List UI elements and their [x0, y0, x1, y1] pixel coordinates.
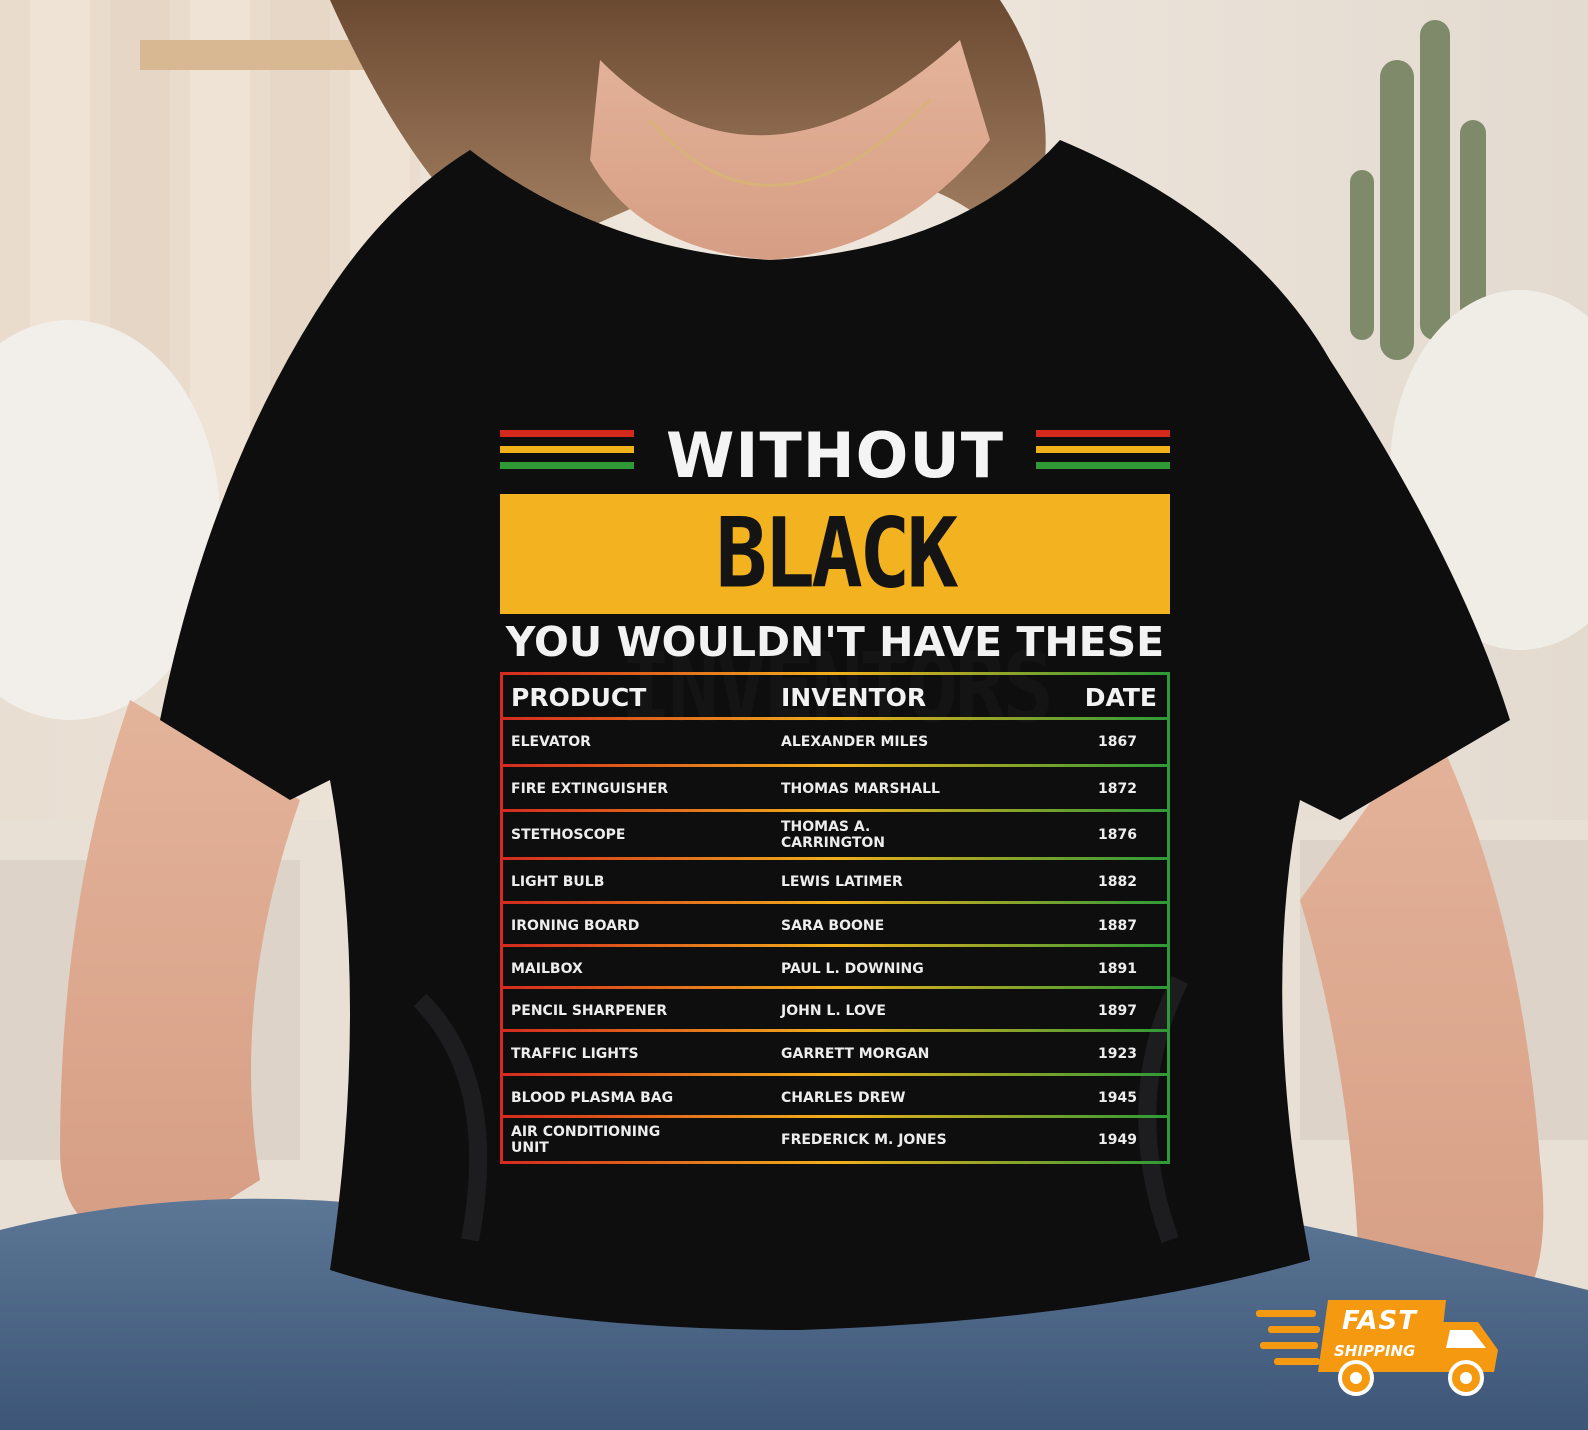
table-row: IRONING BOARD SARA BOONE 1887 — [503, 904, 1167, 948]
table-row: MAILBOX PAUL L. DOWNING 1891 — [503, 947, 1167, 991]
table-row: ELEVATOR ALEXANDER MILES 1867 — [503, 720, 1167, 764]
row-date: 1949 — [1098, 1131, 1137, 1148]
row-inventor: FREDERICK M. JONES — [781, 1131, 947, 1148]
row-product: TRAFFIC LIGHTS — [511, 1046, 639, 1062]
row-inventor: LEWIS LATIMER — [781, 874, 903, 890]
row-date: 1887 — [1098, 918, 1137, 934]
table-row: LIGHT BULB LEWIS LATIMER 1882 — [503, 860, 1167, 904]
row-product: FIRE EXTINGUISHER — [511, 781, 669, 797]
header-date: DATE — [1084, 683, 1157, 712]
row-product: MAILBOX — [511, 961, 583, 977]
headline-main: BLACK INVENTORS — [620, 498, 1054, 745]
row-date: 1876 — [1098, 827, 1137, 843]
row-date: 1882 — [1098, 874, 1137, 890]
row-inventor: JOHN L. LOVE — [781, 1003, 886, 1019]
row-product: BLOOD PLASMA BAG — [511, 1090, 674, 1106]
fast-shipping-badge: FAST SHIPPING — [1256, 1292, 1506, 1402]
row-date: 1897 — [1098, 1003, 1137, 1019]
row-inventor: THOMAS MARSHALL — [781, 781, 940, 797]
row-product: AIR CONDITIONING UNIT — [511, 1123, 661, 1156]
row-product: PENCIL SHARPENER — [511, 1003, 668, 1019]
row-product: ELEVATOR — [511, 734, 591, 750]
row-inventor: CHARLES DREW — [781, 1090, 906, 1106]
header-product: PRODUCT — [511, 683, 647, 712]
table-row: FIRE EXTINGUISHER THOMAS MARSHALL 1872 — [503, 767, 1167, 811]
table-row: PENCIL SHARPENER JOHN L. LOVE 1897 — [503, 989, 1167, 1033]
row-inventor: THOMAS A. CARRINGTON — [781, 819, 886, 851]
row-inventor: SARA BOONE — [781, 918, 885, 934]
table-row: AIR CONDITIONING UNIT FREDERICK M. JONES… — [503, 1118, 1167, 1161]
badge-fast-text: FAST — [1342, 1306, 1417, 1336]
row-inventor: GARRETT MORGAN — [781, 1046, 930, 1062]
inventors-table: PRODUCT INVENTOR DATE ELEVATOR ALEXANDER… — [500, 672, 1170, 1164]
row-date: 1945 — [1098, 1090, 1137, 1106]
row-inventor: ALEXANDER MILES — [781, 734, 929, 750]
table-row: STETHOSCOPE THOMAS A. CARRINGTON 1876 — [503, 812, 1167, 858]
table-row: BLOOD PLASMA BAG CHARLES DREW 1945 — [503, 1076, 1167, 1120]
row-date: 1923 — [1098, 1046, 1137, 1062]
row-inventor: PAUL L. DOWNING — [781, 961, 924, 977]
row-product: IRONING BOARD — [511, 918, 640, 934]
row-date: 1872 — [1098, 781, 1137, 797]
row-date: 1891 — [1098, 961, 1137, 977]
badge-shipping-text: SHIPPING — [1334, 1342, 1416, 1360]
headline-sub: YOU WOULDN'T HAVE THESE — [505, 618, 1165, 666]
row-product: LIGHT BULB — [511, 874, 605, 890]
header-inventor: INVENTOR — [781, 683, 927, 712]
table-header: PRODUCT INVENTOR DATE — [503, 675, 1167, 717]
row-product: STETHOSCOPE — [511, 827, 626, 843]
headline-top: WITHOUT — [666, 419, 1004, 492]
table-row: TRAFFIC LIGHTS GARRETT MORGAN 1923 — [503, 1032, 1167, 1076]
row-date: 1867 — [1098, 734, 1137, 750]
